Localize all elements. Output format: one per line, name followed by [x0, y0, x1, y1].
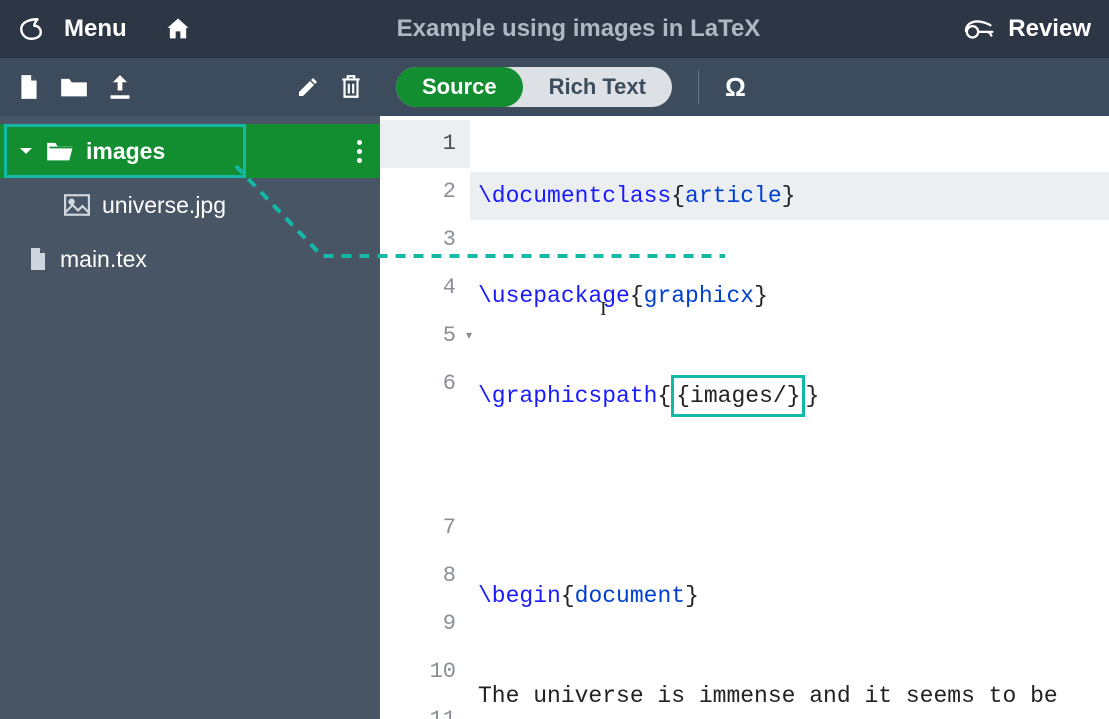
line-gutter: 1 2 3 4 5 6 7 8 9 10 11	[380, 116, 470, 719]
delete-button[interactable]	[340, 74, 362, 100]
file-icon	[28, 246, 48, 272]
review-button[interactable]: Review	[964, 15, 1091, 43]
line-number: 8	[380, 552, 470, 600]
line-number: 1	[380, 120, 470, 168]
folder-images[interactable]: images	[0, 124, 380, 178]
image-file-name: universe.jpg	[102, 192, 226, 219]
annotation-path-highlight: {images/}	[671, 375, 805, 417]
file-tree-sidebar: images universe.jpg main.tex	[0, 116, 380, 719]
line-number: 5	[380, 312, 470, 360]
toolbar-row: Source Rich Text Ω	[0, 58, 1109, 116]
main-file-name: main.tex	[60, 246, 147, 273]
new-file-button[interactable]	[18, 74, 40, 100]
file-universe-jpg[interactable]: universe.jpg	[0, 178, 380, 232]
line-number: 3	[380, 216, 470, 264]
editor-mode-toggle: Source Rich Text	[396, 67, 672, 107]
text-cursor-icon: I	[600, 298, 607, 321]
overleaf-logo[interactable]	[18, 16, 44, 42]
folder-name: images	[86, 138, 165, 165]
code-content[interactable]: \documentclass{article} \usepackage{grap…	[470, 116, 1109, 719]
chevron-down-icon	[18, 143, 34, 159]
line-number: 6	[380, 360, 470, 504]
folder-menu-button[interactable]	[357, 140, 362, 163]
symbol-palette-button[interactable]: Ω	[725, 72, 746, 103]
project-title: Example using images in LaTeX	[213, 15, 945, 43]
home-button[interactable]	[163, 15, 193, 43]
folder-open-icon	[46, 140, 74, 162]
omega-label: Ω	[725, 72, 746, 102]
code-editor[interactable]: 1 2 3 4 5 6 7 8 9 10 11 \documentclass{a…	[380, 116, 1109, 719]
menu-label: Menu	[64, 15, 127, 43]
line-number: 2	[380, 168, 470, 216]
line-number: 9	[380, 600, 470, 648]
top-bar: Menu Example using images in LaTeX Revie…	[0, 0, 1109, 58]
upload-button[interactable]	[108, 74, 132, 100]
richtext-label: Rich Text	[549, 74, 646, 100]
image-icon	[64, 194, 90, 216]
review-label: Review	[1008, 15, 1091, 43]
line-number: 7	[380, 504, 470, 552]
new-folder-button[interactable]	[60, 76, 88, 98]
line-number: 10	[380, 648, 470, 696]
source-label: Source	[422, 74, 497, 100]
menu-button[interactable]: Menu	[64, 15, 127, 43]
line-number: 4	[380, 264, 470, 312]
source-mode-tab[interactable]: Source	[396, 67, 523, 107]
line-number: 11	[380, 696, 470, 719]
file-main-tex[interactable]: main.tex	[0, 232, 380, 286]
richtext-mode-tab[interactable]: Rich Text	[523, 67, 672, 107]
toolbar-divider	[698, 70, 699, 104]
rename-button[interactable]	[296, 75, 320, 99]
